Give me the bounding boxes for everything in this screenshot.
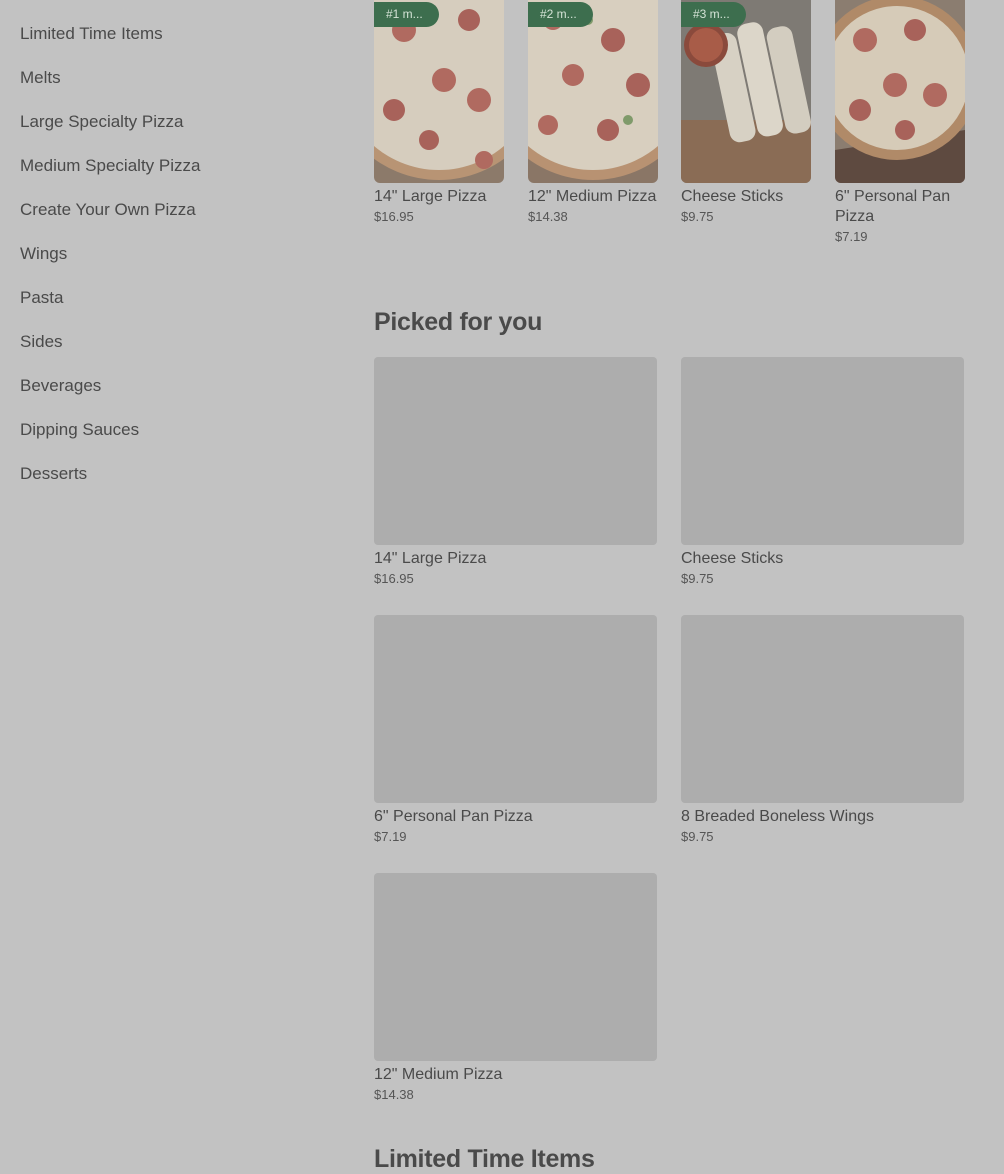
item-price: $14.38: [528, 209, 568, 224]
picked-item-card[interactable]: 8 Breaded Boneless Wings $9.75: [681, 615, 964, 844]
rank-badge: #2 m...: [528, 2, 593, 27]
popular-item-card[interactable]: #1 m... 14" Large Pizza $16.95: [374, 0, 504, 224]
limited-time-items-heading: Limited Time Items: [374, 1145, 595, 1173]
category-large-specialty-pizza[interactable]: Large Specialty Pizza: [20, 110, 320, 154]
item-name: 8 Breaded Boneless Wings: [681, 808, 874, 825]
rank-badge: #3 m...: [681, 2, 746, 27]
item-image-placeholder: [374, 615, 657, 803]
category-dipping-sauces[interactable]: Dipping Sauces: [20, 418, 320, 462]
picked-item-card[interactable]: 14" Large Pizza $16.95: [374, 357, 657, 586]
item-name: 6" Personal Pan Pizza: [374, 808, 533, 825]
category-medium-specialty-pizza[interactable]: Medium Specialty Pizza: [20, 154, 320, 198]
pizza-image: #2 m...: [528, 0, 658, 183]
most-popular-row: #1 m... 14" Large Pizza $16.95 #2 m... 1…: [374, 0, 965, 260]
category-wings[interactable]: Wings: [20, 242, 320, 286]
item-name: 6" Personal Pan Pizza: [835, 188, 951, 225]
category-desserts[interactable]: Desserts: [20, 462, 320, 506]
picked-for-you-heading: Picked for you: [374, 308, 543, 336]
item-name: 14" Large Pizza: [374, 550, 487, 567]
item-price: $7.19: [835, 229, 868, 244]
item-name: 14" Large Pizza: [374, 188, 487, 205]
category-pasta[interactable]: Pasta: [20, 286, 320, 330]
item-name: Cheese Sticks: [681, 188, 784, 205]
item-name: 12" Medium Pizza: [374, 1066, 503, 1083]
item-image-placeholder: [374, 873, 657, 1061]
popular-item-card[interactable]: #3 m... Cheese Sticks $9.75: [681, 0, 811, 224]
item-name: Cheese Sticks: [681, 550, 784, 567]
category-limited-time-items[interactable]: Limited Time Items: [20, 22, 320, 66]
item-name: 12" Medium Pizza: [528, 188, 657, 205]
item-price: $16.95: [374, 571, 414, 586]
item-price: $9.75: [681, 571, 714, 586]
item-price: $16.95: [374, 209, 414, 224]
item-image-placeholder: [374, 357, 657, 545]
item-image-placeholder: [681, 615, 964, 803]
cheese-sticks-image: #3 m...: [681, 0, 811, 183]
picked-item-card[interactable]: 6" Personal Pan Pizza $7.19: [374, 615, 657, 844]
item-price: $9.75: [681, 209, 714, 224]
popular-item-card[interactable]: 6" Personal Pan Pizza $7.19: [835, 0, 965, 244]
item-price: $7.19: [374, 829, 407, 844]
popular-item-card[interactable]: #2 m... 12" Medium Pizza $14.38: [528, 0, 658, 224]
category-beverages[interactable]: Beverages: [20, 374, 320, 418]
item-price: $9.75: [681, 829, 714, 844]
pizza-image: #1 m...: [374, 0, 504, 183]
item-price: $14.38: [374, 1087, 414, 1102]
picked-item-card[interactable]: Cheese Sticks $9.75: [681, 357, 964, 586]
category-sides[interactable]: Sides: [20, 330, 320, 374]
pizza-image: [835, 0, 965, 183]
category-create-your-own-pizza[interactable]: Create Your Own Pizza: [20, 198, 320, 242]
category-nav: Limited Time Items Melts Large Specialty…: [20, 22, 320, 506]
picked-item-card[interactable]: 12" Medium Pizza $14.38: [374, 873, 657, 1102]
rank-badge: #1 m...: [374, 2, 439, 27]
item-image-placeholder: [681, 357, 964, 545]
category-melts[interactable]: Melts: [20, 66, 320, 110]
